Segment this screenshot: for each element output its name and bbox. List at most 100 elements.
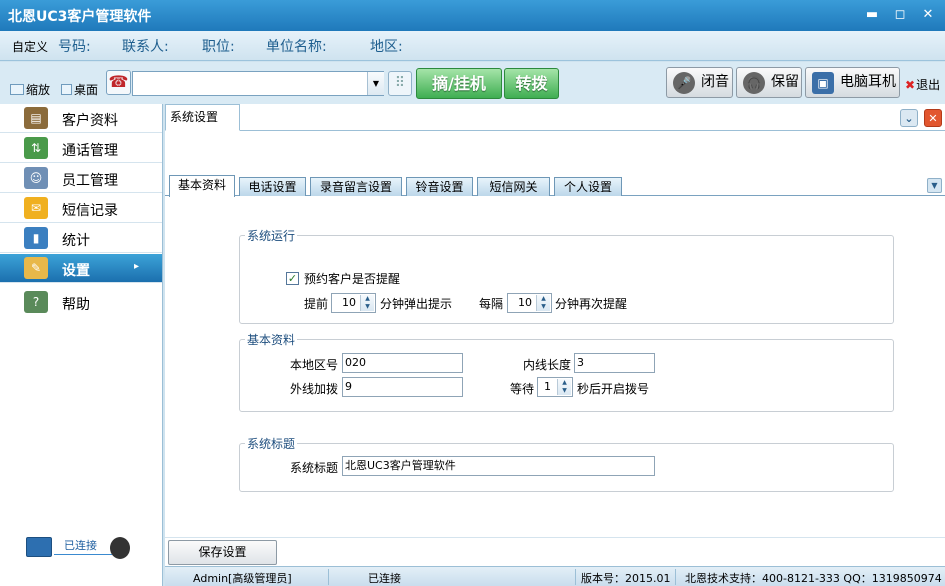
main-panel: 系统设置 ⌄ ✕ 基本资料 电话设置 录音留言设置 铃音设置 短信网关 个人设置… — [165, 104, 945, 566]
area-code-input[interactable]: 020 — [342, 353, 463, 373]
save-bar: 保存设置 — [165, 537, 945, 566]
desktop-label: 桌面 — [74, 83, 99, 97]
tab-sms-gateway[interactable]: 短信网关 — [477, 177, 550, 196]
zoom-icon — [10, 84, 24, 95]
system-title-input[interactable]: 北恩UC3客户管理软件 — [342, 456, 655, 476]
minimize-button[interactable]: ▬ — [862, 5, 882, 25]
spinner-arrows-icon[interactable]: ▲ ▼ — [536, 295, 550, 311]
computer-icon: ▣ — [812, 72, 834, 94]
sms-icon: ✉ — [24, 197, 48, 219]
interval-suffix: 分钟再次提醒 — [555, 297, 628, 311]
advance-value: 10 — [342, 296, 356, 309]
number-label: 号码: — [58, 39, 91, 55]
mute-label: 闭音 — [701, 74, 729, 90]
hold-label: 保留 — [771, 74, 799, 90]
connection-status: 已连接 — [64, 539, 97, 552]
sidebar-item-customers[interactable]: ▤ 客户资料 — [0, 104, 162, 133]
tab-basic-info[interactable]: 基本资料 — [169, 175, 235, 197]
title-bar: 北恩UC3客户管理软件 ▬ ◻ ✕ — [0, 0, 945, 31]
sidebar-item-label: 员工管理 — [62, 173, 118, 189]
tab-system-settings[interactable]: 系统设置 — [165, 104, 240, 131]
group-legend: 系统标题 — [247, 437, 296, 451]
company-label: 单位名称: — [266, 39, 327, 55]
interval-minutes-stepper[interactable]: 10 ▲ ▼ — [507, 293, 552, 313]
close-button[interactable]: ✕ — [918, 5, 938, 25]
reminder-label: 预约客户是否提醒 — [304, 272, 401, 286]
interval-prefix: 每隔 — [479, 297, 504, 311]
sidebar-item-settings[interactable]: ✎ 设置 ▸ — [0, 254, 162, 283]
dial-number-input[interactable] — [132, 71, 384, 96]
sidebar-item-help[interactable]: ? 帮助 — [0, 288, 162, 317]
sidebar-item-stats[interactable]: ▮ 统计 — [0, 224, 162, 253]
panel-header: 系统设置 ⌄ ✕ — [165, 104, 945, 131]
status-user: Admin[高级管理员] — [193, 572, 292, 585]
ext-length-label: 内线长度 — [523, 358, 572, 372]
ext-length-input[interactable]: 3 — [574, 353, 655, 373]
settings-icon: ✎ — [24, 257, 48, 279]
customer-icon: ▤ — [24, 107, 48, 129]
tabs-dropdown-icon[interactable]: ▼ — [927, 178, 942, 193]
spinner-arrows-icon[interactable]: ▲ ▼ — [557, 379, 571, 395]
dropdown-icon[interactable]: ⌄ — [900, 109, 918, 127]
group-legend: 系统运行 — [247, 229, 296, 243]
wait-label: 等待 — [510, 382, 535, 396]
stats-icon: ▮ — [24, 227, 48, 249]
window-title: 北恩UC3客户管理软件 — [8, 9, 152, 25]
toolbar: 缩放 桌面 ☎ ▼ ⠿ 摘/挂机 转拨 🎤 闭音 🎧 保留 ▣ 电脑耳机 — [0, 62, 945, 104]
advance-suffix: 分钟弹出提示 — [380, 297, 453, 311]
advance-minutes-stepper[interactable]: 10 ▲ ▼ — [331, 293, 376, 313]
desktop-icon — [61, 84, 72, 95]
status-bar: Admin[高级管理员] 已连接 版本号：2015.01 北恩技术支持：400-… — [165, 566, 945, 586]
zoom-label: 缩放 — [26, 83, 51, 97]
transfer-button[interactable]: 转拨 — [504, 68, 559, 99]
tab-personal-settings[interactable]: 个人设置 — [554, 177, 622, 196]
pickup-hangup-button[interactable]: 摘/挂机 — [416, 68, 502, 99]
hold-button[interactable]: 🎧 保留 — [736, 67, 802, 98]
advance-prefix: 提前 — [304, 297, 329, 311]
maximize-button[interactable]: ◻ — [890, 5, 910, 25]
wait-seconds-stepper[interactable]: 1 ▲ ▼ — [537, 377, 573, 397]
pc-headset-button[interactable]: ▣ 电脑耳机 — [805, 67, 900, 98]
tab-ringtone-settings[interactable]: 铃音设置 — [406, 177, 473, 196]
tab-phone-settings[interactable]: 电话设置 — [239, 177, 306, 196]
sidebar-item-label: 设置 — [62, 263, 90, 279]
sidebar-item-label: 短信记录 — [62, 203, 118, 219]
spinner-arrows-icon[interactable]: ▲ ▼ — [360, 295, 374, 311]
sidebar-item-label: 统计 — [62, 233, 90, 249]
settings-tabbar: 基本资料 电话设置 录音留言设置 铃音设置 短信网关 个人设置 ▼ — [165, 175, 945, 197]
dial-dropdown-arrow[interactable]: ▼ — [367, 72, 384, 95]
tab-recording-settings[interactable]: 录音留言设置 — [310, 177, 402, 196]
sidebar-item-calls[interactable]: ⇅ 通话管理 — [0, 134, 162, 163]
region-label: 地区: — [370, 39, 403, 55]
headset-icon — [110, 537, 130, 559]
close-icon[interactable]: ✕ — [924, 109, 942, 127]
pc-headset-label: 电脑耳机 — [840, 74, 896, 90]
sidebar-item-label: 帮助 — [62, 297, 90, 313]
outside-prefix-label: 外线加拨 — [290, 382, 339, 396]
exit-button[interactable]: ✖退出 — [905, 76, 940, 93]
custom-label[interactable]: 自定义 — [12, 38, 48, 55]
reminder-checkbox[interactable]: ✓ — [286, 272, 299, 285]
headphones-icon: 🎧 — [743, 72, 765, 94]
status-divider — [675, 569, 676, 585]
save-settings-button[interactable]: 保存设置 — [168, 540, 277, 565]
phone-icon[interactable]: ☎ — [106, 70, 131, 95]
sidebar-item-staff[interactable]: ☺ 员工管理 — [0, 164, 162, 193]
help-icon: ? — [24, 291, 48, 313]
mute-button[interactable]: 🎤 闭音 — [666, 67, 733, 98]
status-divider — [575, 569, 576, 585]
status-version: 版本号：2015.01 — [581, 572, 671, 585]
zoom-toggle[interactable]: 缩放 — [10, 81, 50, 98]
connection-line — [54, 554, 112, 555]
keypad-icon[interactable]: ⠿ — [388, 71, 412, 96]
sidebar-item-sms[interactable]: ✉ 短信记录 — [0, 194, 162, 223]
area-code-label: 本地区号 — [290, 358, 339, 372]
contact-label: 联系人: — [122, 39, 169, 55]
outside-prefix-input[interactable]: 9 — [342, 377, 463, 397]
status-connection: 已连接 — [368, 572, 401, 585]
desktop-toggle[interactable]: 桌面 — [61, 81, 98, 98]
interval-value: 10 — [518, 296, 532, 309]
status-support: 北恩技术支持：400-8121-333 QQ：1319850974 — [685, 572, 942, 585]
chevron-right-icon: ▸ — [134, 261, 140, 272]
wait-suffix: 秒后开启拨号 — [577, 382, 650, 396]
